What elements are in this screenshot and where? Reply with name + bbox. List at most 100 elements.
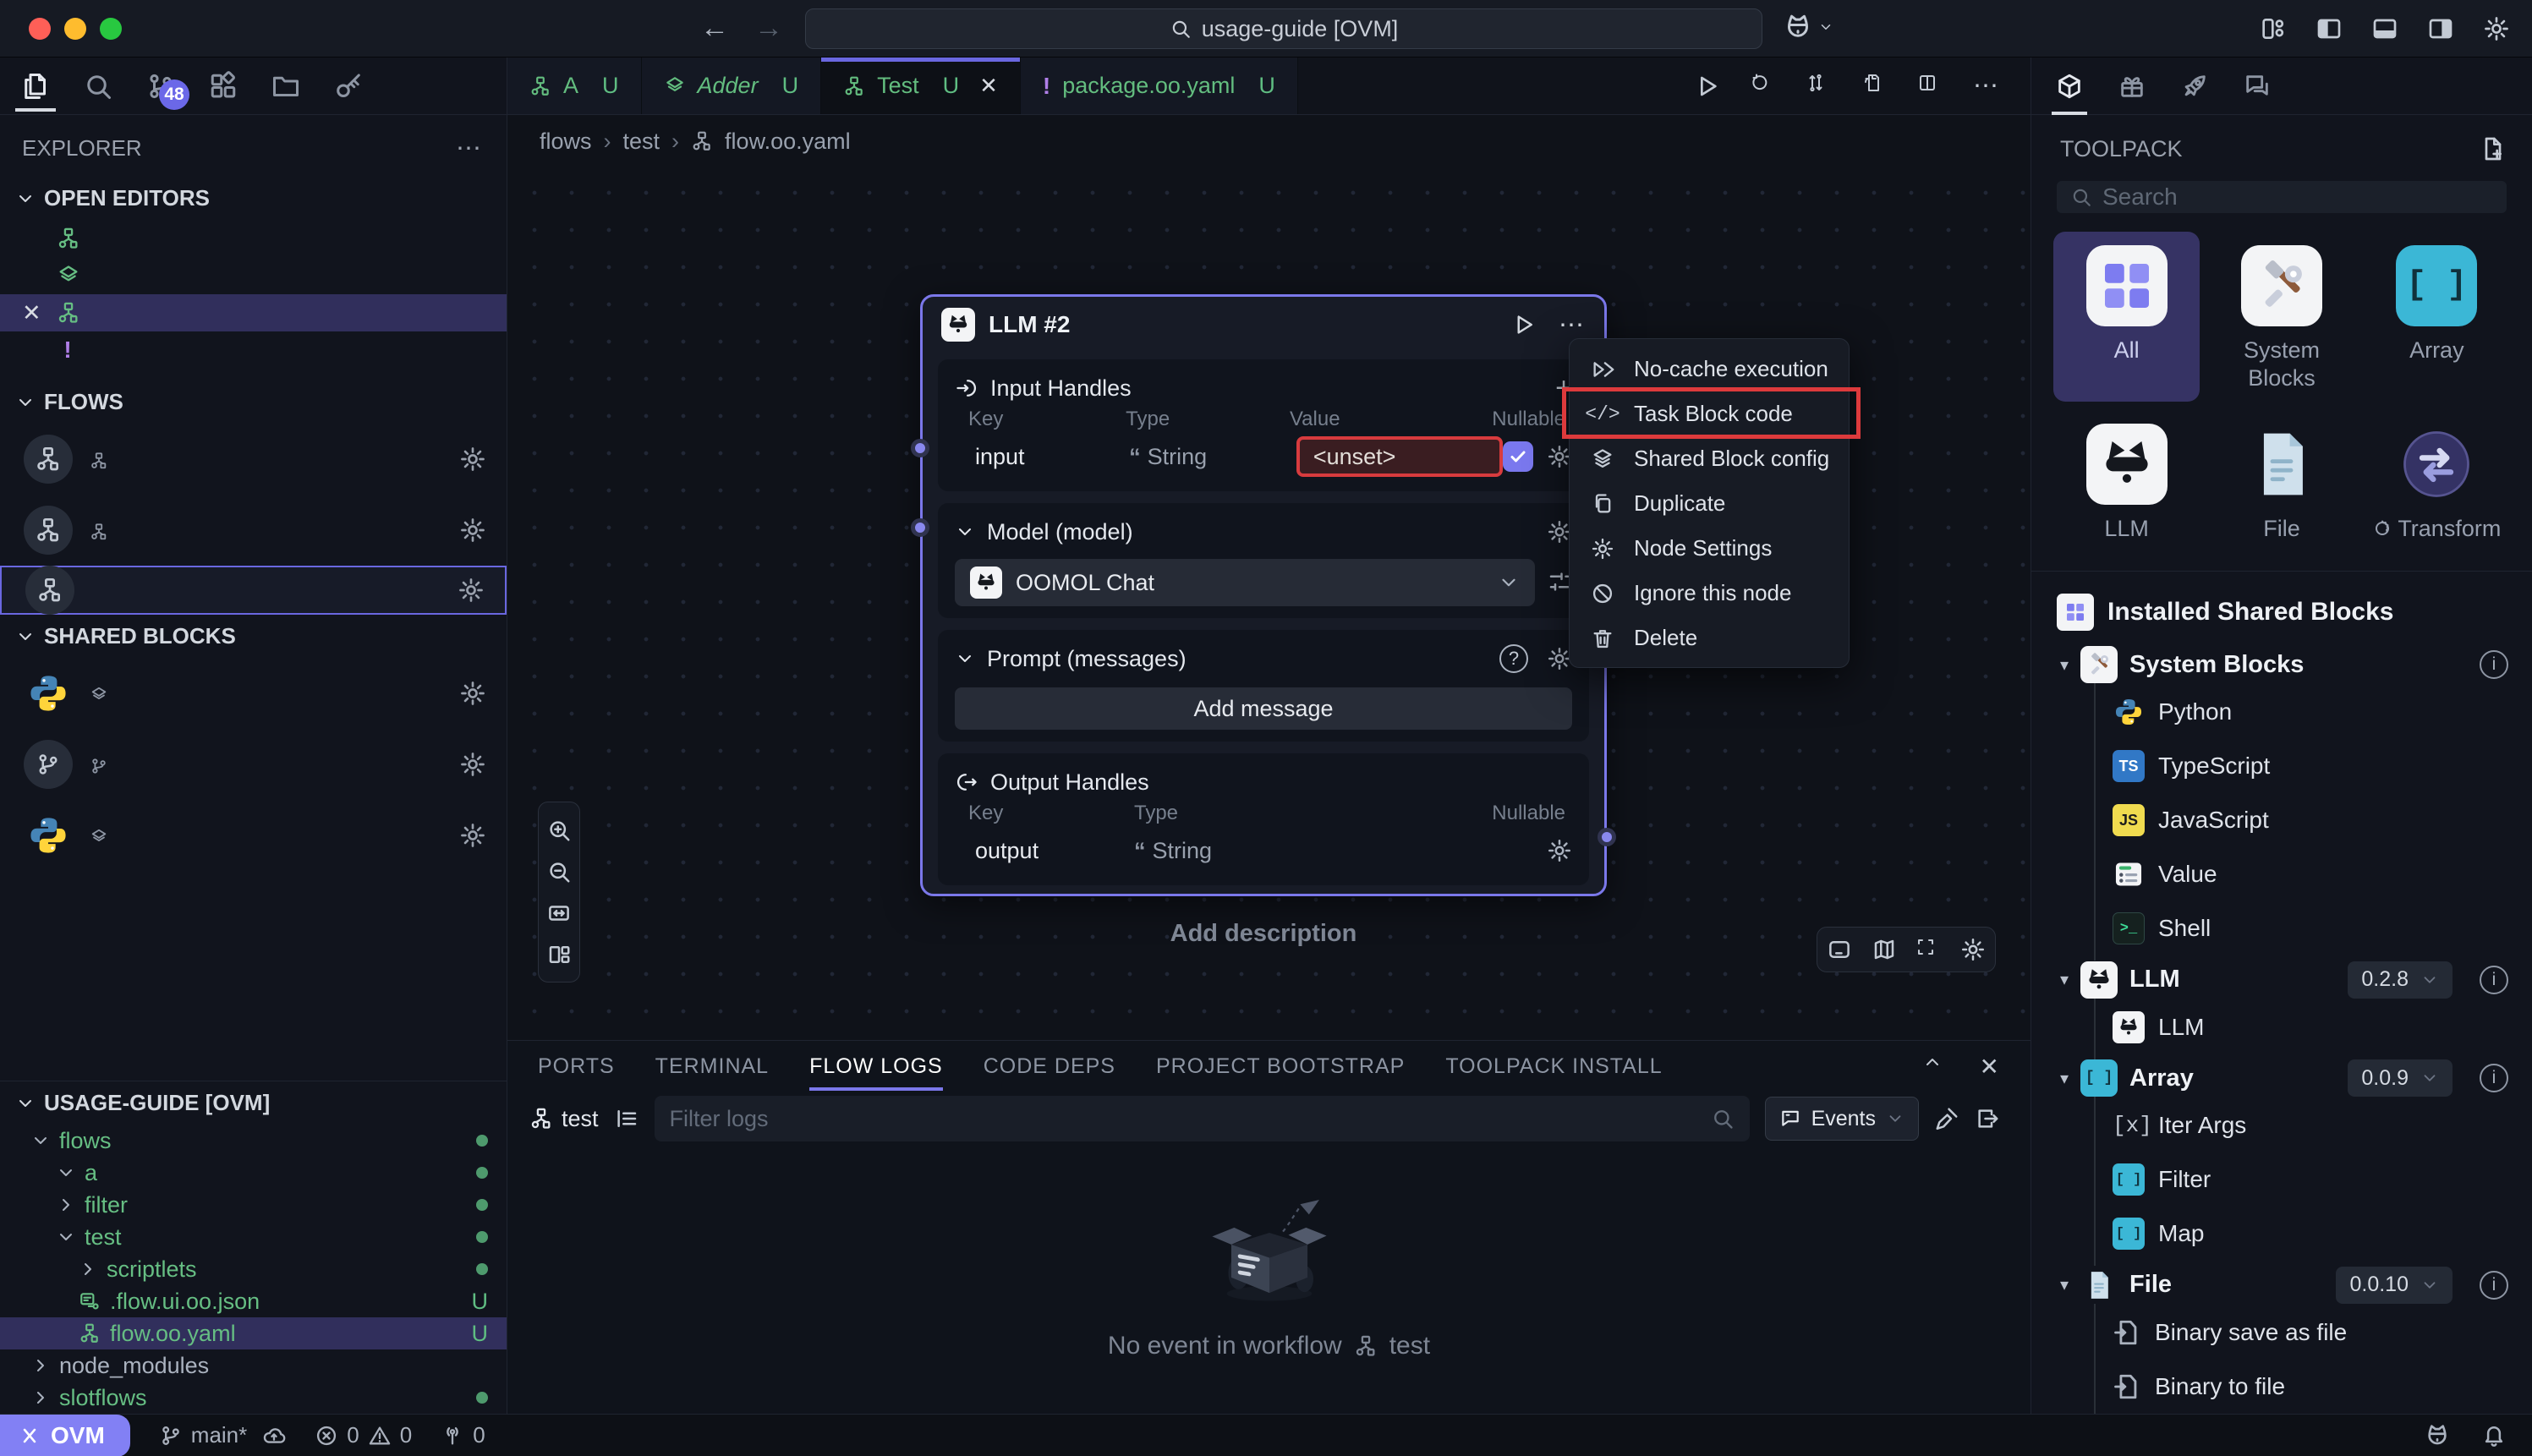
menu-item-delete[interactable]: Delete [1570,616,1849,660]
tab-adder[interactable]: AdderU [642,57,822,114]
llm-version-select[interactable]: 0.2.8 [2348,961,2453,999]
split-editor-icon[interactable] [1917,73,1944,100]
secrets-view-icon[interactable] [326,61,370,112]
minimap-icon[interactable] [1872,937,1897,962]
fullscreen-icon[interactable] [1915,937,1941,962]
shared-blocks-section-header[interactable]: SHARED BLOCKS [0,615,507,658]
block-settings-gear-icon[interactable] [459,680,486,707]
block-item-filter[interactable]: [ ] Filter [2113,1152,2532,1207]
shared-block-item[interactable] [0,658,507,729]
toolpack-search-field[interactable]: Search [2057,181,2507,213]
assistant-menu[interactable] [1783,12,1833,42]
panel-tab-project-bootstrap[interactable]: PROJECT BOOTSTRAP [1156,1054,1405,1079]
clear-logs-broom-icon[interactable] [1934,1106,1959,1131]
remote-indicator[interactable]: OVM [0,1415,130,1456]
info-icon[interactable]: i [2480,1064,2508,1092]
tab-a[interactable]: AU [507,57,642,114]
model-select[interactable]: OOMOL Chat [955,559,1535,606]
source-control-view-icon[interactable]: 48 [139,61,183,112]
add-message-button[interactable]: Add message [955,687,1572,730]
block-item-shell[interactable]: >_ Shell [2113,901,2532,955]
explorer-more-icon[interactable]: ⋯ [456,134,483,163]
flow-settings-gear-icon[interactable] [459,517,486,544]
events-filter-select[interactable]: Events [1765,1097,1919,1141]
block-settings-gear-icon[interactable] [459,822,486,849]
file-version-select[interactable]: 0.0.10 [2336,1267,2453,1304]
input-port-handle[interactable] [911,439,929,457]
toolpack-tile-system-blocks[interactable]: System Blocks [2208,232,2354,402]
tree-item-flow-ui-json[interactable]: .flow.ui.oo.jsonU [0,1285,507,1317]
zoom-in-icon[interactable] [546,818,572,843]
flow-list-item[interactable] [0,495,507,566]
block-item-value[interactable]: Value [2113,847,2532,901]
window-controls[interactable] [0,18,122,40]
model-port-handle[interactable] [911,518,929,537]
panel-tab-ports[interactable]: PORTS [538,1054,615,1079]
command-center-search[interactable]: usage-guide [OVM] [805,8,1762,49]
open-editor-item[interactable]: ✕ ! [0,331,507,369]
close-panel-icon[interactable]: ✕ [1980,1053,2000,1081]
editor-more-icon[interactable]: ⋯ [1973,71,2000,101]
group-llm[interactable]: ▾ LLM 0.2.8 i [2031,961,2532,999]
menu-item-no-cache-execution[interactable]: No-cache execution [1570,347,1849,391]
group-file[interactable]: ▾ File 0.0.10 i [2031,1266,2532,1304]
maximize-panel-icon[interactable] [1922,1053,1946,1076]
menu-item-task-block-code[interactable]: </> Task Block code [1570,391,1849,436]
input-value-unset[interactable]: <unset> [1296,436,1503,477]
tree-item-flow-yaml-selected[interactable]: flow.oo.yamlU [0,1317,507,1349]
tab-test-active[interactable]: TestU ✕ [821,57,1021,114]
tree-item-filter[interactable]: filter [0,1189,507,1221]
explorer-view-icon[interactable] [14,61,58,112]
array-version-select[interactable]: 0.0.9 [2348,1059,2453,1097]
open-editor-item[interactable]: ✕ [0,220,507,257]
toolpack-tile-array[interactable]: [ ] Array [2364,232,2510,402]
chat-view-icon[interactable] [2243,57,2272,115]
flow-list-item[interactable] [0,424,507,495]
info-icon[interactable]: i [2480,966,2508,994]
minimize-window-button[interactable] [64,18,86,40]
node-more-icon[interactable]: ⋯ [1559,310,1586,340]
tree-item-node-modules[interactable]: node_modules [0,1349,507,1382]
panel-tab-terminal[interactable]: TERMINAL [655,1054,769,1079]
history-forward-button[interactable]: → [754,12,783,45]
toolpack-tile-llm[interactable]: LLM [2053,410,2200,552]
menu-item-node-settings[interactable]: Node Settings [1570,526,1849,571]
block-item-python[interactable]: Python [2113,685,2532,739]
maximize-window-button[interactable] [100,18,122,40]
sync-compare-icon[interactable] [1806,73,1833,100]
block-item-llm[interactable]: LLM [2113,1000,2532,1054]
filter-logs-field[interactable] [655,1096,1750,1141]
settings-gear-icon[interactable] [2483,15,2510,42]
output-port-handle[interactable] [1598,828,1616,846]
menu-item-ignore-this-node[interactable]: Ignore this node [1570,571,1849,616]
block-item-iter-args[interactable]: [x] Iter Args [2113,1098,2532,1152]
problems-status[interactable]: 0 0 [315,1422,412,1448]
menu-item-shared-block-config[interactable]: Shared Block config [1570,436,1849,481]
flow-settings-gear-icon[interactable] [459,446,486,473]
flow-canvas[interactable]: LLM #2 ⋯ Input Handles + Key Type [507,167,2031,1040]
fit-width-icon[interactable] [546,900,572,926]
toggle-left-panel-icon[interactable] [2316,15,2343,42]
flows-section-header[interactable]: FLOWS [0,380,507,424]
open-editor-item-active[interactable]: ✕ [0,294,507,331]
publish-cloud-icon[interactable] [262,1424,286,1448]
close-window-button[interactable] [29,18,51,40]
filter-logs-input[interactable] [670,1106,1702,1132]
llm-node[interactable]: LLM #2 ⋯ Input Handles + Key Type [920,294,1607,896]
log-flow-scope[interactable]: test [529,1106,599,1132]
block-item-javascript[interactable]: JS JavaScript [2113,793,2532,847]
panel-tab-toolpack-install[interactable]: TOOLPACK INSTALL [1445,1054,1662,1079]
block-item-map[interactable]: [ ] Map [2113,1207,2532,1261]
git-branch-status[interactable]: main* [159,1422,286,1448]
tree-item-flows[interactable]: flows [0,1125,507,1157]
panel-tab-flow-logs-active[interactable]: FLOW LOGS [809,1054,943,1079]
tree-item-a[interactable]: a [0,1157,507,1189]
shared-block-item[interactable] [0,800,507,871]
toolpack-tile-file[interactable]: File [2208,410,2354,552]
output-settings-gear-icon[interactable] [1547,838,1572,863]
block-item-typescript[interactable]: TS TypeScript [2113,739,2532,793]
extensions-view-icon[interactable] [201,61,245,112]
canvas-settings-gear-icon[interactable] [1960,937,1986,962]
help-icon[interactable]: ? [1499,644,1528,673]
toggle-console-icon[interactable] [1827,937,1852,962]
